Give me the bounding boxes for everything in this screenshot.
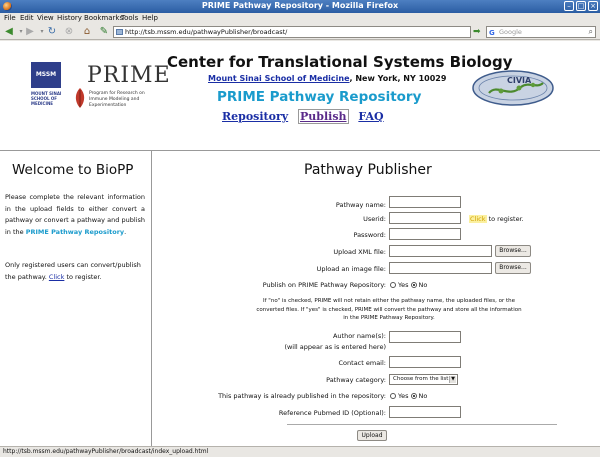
already-published-radio-group: Yes No: [390, 392, 427, 400]
google-icon: G: [489, 29, 495, 37]
publish-note: If "no" is checked, PRIME will not retai…: [256, 298, 522, 321]
pathway-name-label: Pathway name:: [335, 201, 386, 209]
upload-xml-label: Upload XML file:: [333, 248, 386, 256]
upload-xml-input[interactable]: [389, 245, 492, 257]
pubmed-label: Reference Pubmed ID (Optional):: [278, 409, 386, 417]
site-nav: Repository Publish FAQ: [222, 109, 390, 124]
pubmed-input[interactable]: [389, 406, 461, 418]
bookmark-icon[interactable]: ✎: [98, 26, 110, 38]
civia-text: CIVIA: [507, 76, 532, 85]
menu-bar: File Edit View History Bookmarks Tools H…: [0, 13, 600, 24]
password-input[interactable]: [389, 228, 461, 240]
pathway-name-input[interactable]: [389, 196, 461, 208]
go-icon[interactable]: ➡: [473, 26, 483, 38]
search-input[interactable]: G Google ⌕: [486, 26, 596, 38]
menu-tools[interactable]: Tools: [121, 14, 138, 22]
author-names-input[interactable]: [389, 331, 461, 343]
nav-faq[interactable]: FAQ: [358, 110, 383, 123]
browse-xml-button[interactable]: Browse...: [495, 245, 531, 257]
maximize-button[interactable]: □: [576, 1, 586, 11]
header-divider: [0, 150, 600, 151]
nav-publish[interactable]: Publish: [298, 109, 349, 124]
register-hint: Click to register.: [469, 215, 524, 223]
home-icon[interactable]: ⌂: [81, 26, 93, 38]
browse-image-button[interactable]: Browse...: [495, 262, 531, 274]
welcome-heading: Welcome to BioPP: [12, 162, 134, 178]
publish-question-label: Publish on PRIME Pathway Repository:: [262, 281, 386, 289]
site-favicon: [116, 29, 123, 35]
userid-input[interactable]: [389, 212, 461, 224]
close-button[interactable]: ×: [588, 1, 598, 11]
status-bar: http://tsb.mssm.edu/pathwayPublisher/bro…: [0, 446, 600, 457]
nav-repository[interactable]: Repository: [222, 110, 288, 123]
already-published-yes-radio[interactable]: [390, 393, 396, 399]
upload-button[interactable]: Upload: [357, 430, 387, 441]
url-text: http://tsb.mssm.edu/pathwayPublisher/bro…: [125, 28, 288, 36]
form-heading: Pathway Publisher: [304, 162, 432, 178]
page-title: Center for Translational Systems Biology: [167, 53, 513, 71]
menu-edit[interactable]: Edit: [20, 14, 34, 22]
civia-logo: CIVIA: [472, 70, 554, 106]
menu-bookmarks[interactable]: Bookmarks: [84, 14, 123, 22]
navigation-toolbar: ◀ ▾ ▶ ▾ ↻ ⊗ ⌂ ✎ http://tsb.mssm.edu/path…: [0, 24, 600, 40]
menu-file[interactable]: File: [4, 14, 16, 22]
already-published-label: This pathway is already published in the…: [218, 392, 386, 400]
register-paragraph: Only registered users can convert/publis…: [5, 261, 141, 281]
mssm-logo: MSSM MOUNT SINAI SCHOOL OF MEDICINE: [31, 62, 64, 130]
minimize-button[interactable]: –: [564, 1, 574, 11]
contact-email-input[interactable]: [389, 356, 461, 368]
column-divider: [151, 151, 152, 446]
upload-image-input[interactable]: [389, 262, 492, 274]
forward-icon[interactable]: ▶: [24, 26, 36, 38]
menu-history[interactable]: History: [57, 14, 82, 22]
userid-label: Userid:: [363, 215, 386, 223]
page-content: MSSM MOUNT SINAI SCHOOL OF MEDICINE PRIM…: [0, 41, 600, 446]
menu-help[interactable]: Help: [142, 14, 158, 22]
search-icon[interactable]: ⌕: [589, 27, 593, 37]
window-title: PRIME Pathway Repository - Mozilla Firef…: [201, 1, 399, 10]
contact-email-label: Contact email:: [338, 359, 386, 367]
register-link[interactable]: Click: [49, 273, 65, 281]
publish-no-radio[interactable]: [410, 282, 417, 288]
prime-logo: PRIME Program for Research on Immune Mod…: [70, 61, 170, 121]
prime-repo-label: PRIME Pathway Repository: [25, 227, 125, 236]
pathway-category-label: Pathway category:: [326, 376, 386, 384]
pathway-category-select[interactable]: Choose from the list ▼: [389, 374, 458, 385]
back-icon[interactable]: ◀: [3, 26, 15, 38]
search-placeholder: Google: [499, 28, 522, 36]
repository-title: PRIME Pathway Repository: [217, 89, 422, 105]
register-hint-link[interactable]: Click: [469, 215, 487, 223]
title-bar: PRIME Pathway Repository - Mozilla Firef…: [0, 0, 600, 13]
already-published-no-radio[interactable]: [410, 393, 417, 399]
leaf-icon: [75, 88, 85, 108]
institution-line: Mount Sinai School of Medicine, New York…: [208, 74, 447, 83]
password-label: Password:: [353, 231, 386, 239]
intro-paragraph: Please complete the relevant information…: [5, 193, 145, 236]
author-names-label: Author name(s):: [332, 332, 386, 340]
form-divider: [287, 424, 557, 425]
url-bar[interactable]: http://tsb.mssm.edu/pathwayPublisher/bro…: [113, 26, 471, 38]
publish-yes-radio[interactable]: [390, 282, 396, 288]
institution-link[interactable]: Mount Sinai School of Medicine: [208, 74, 350, 83]
browser-window: PRIME Pathway Repository - Mozilla Firef…: [0, 0, 600, 457]
menu-view[interactable]: View: [37, 14, 54, 22]
publish-radio-group: Yes No: [390, 281, 427, 289]
chevron-down-icon: ▼: [449, 376, 456, 383]
stop-icon[interactable]: ⊗: [63, 26, 75, 38]
author-hint: (will appear as is entered here): [284, 343, 386, 351]
reload-icon[interactable]: ↻: [46, 26, 58, 38]
upload-image-label: Upload an image file:: [316, 265, 386, 273]
